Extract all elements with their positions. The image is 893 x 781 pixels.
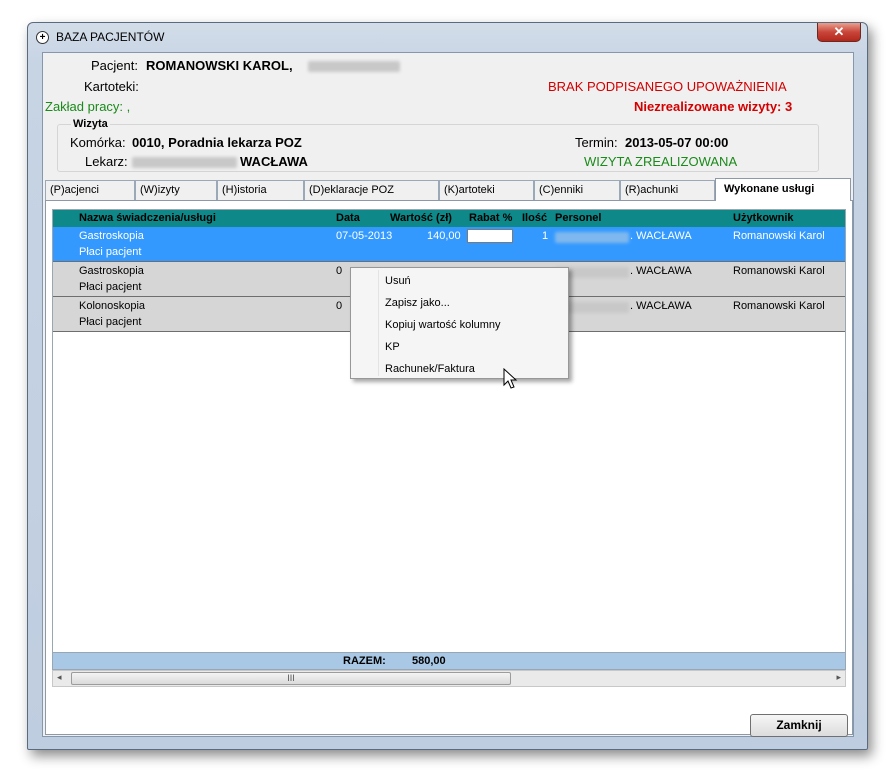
tab-performed-services[interactable]: Wykonane usługi	[715, 178, 851, 201]
tab-patients[interactable]: (P)acjenci	[45, 180, 135, 200]
table-row[interactable]: Gastroskopia Płaci pacjent 07-05-2013 14…	[53, 227, 845, 262]
discount-editor[interactable]	[467, 229, 513, 243]
col-service-name[interactable]: Nazwa świadczenia/usługi	[79, 212, 216, 224]
horizontal-scrollbar[interactable]: ◂ III ▸	[52, 670, 846, 687]
date-label: Termin:	[575, 135, 618, 150]
mouse-cursor-icon	[503, 368, 518, 389]
tab-declarations[interactable]: (D)eklaracje POZ	[304, 180, 439, 200]
menu-item-delete[interactable]: Usuń	[385, 271, 565, 291]
user-name: Romanowski Karol	[733, 265, 825, 277]
payer: Płaci pacjent	[79, 246, 142, 258]
menu-item-save-as[interactable]: Zapisz jako...	[385, 293, 565, 313]
visit-group-title: Wizyta	[71, 118, 110, 130]
workplace-label: Zakład pracy: ,	[45, 99, 131, 114]
unit-label: Komórka:	[70, 135, 126, 150]
doctor-surname-redacted	[132, 157, 237, 168]
staff-name: . WACŁAWA	[630, 265, 692, 277]
window-title: BAZA PACJENTÓW	[56, 30, 165, 44]
tab-records[interactable]: (K)artoteki	[439, 180, 534, 200]
scroll-left-icon[interactable]: ◂	[57, 672, 62, 683]
user-name: Romanowski Karol	[733, 300, 825, 312]
user-name: Romanowski Karol	[733, 230, 825, 242]
dialog-client-area: Pacjent: ROMANOWSKI KAROL, Kartoteki: Za…	[42, 52, 854, 737]
menu-item-kp[interactable]: KP	[385, 337, 565, 357]
service-quantity: 1	[542, 230, 549, 242]
service-date: 07-05-2013	[336, 230, 393, 242]
tab-visits[interactable]: (W)izyty	[135, 180, 217, 200]
col-user[interactable]: Użytkownik	[733, 212, 794, 224]
staff-redacted	[555, 232, 629, 243]
doctor-label: Lekarz:	[85, 154, 128, 169]
payer: Płaci pacjent	[79, 316, 142, 328]
visit-status: WIZYTA ZREALIZOWANA	[584, 154, 738, 169]
service-date: 0	[336, 265, 343, 277]
staff-name: . WACŁAWA	[630, 300, 692, 312]
service-value: 140,00	[427, 230, 461, 242]
service-name: Gastroskopia	[79, 265, 144, 277]
doctor-value: WACŁAWA	[240, 154, 308, 169]
title-bar[interactable]: + BAZA PACJENTÓW ✕	[28, 23, 867, 51]
col-staff[interactable]: Personel	[555, 212, 601, 224]
patient-database-window: + BAZA PACJENTÓW ✕ Pacjent: ROMANOWSKI K…	[27, 22, 868, 750]
service-date: 0	[336, 300, 343, 312]
menu-item-copy-column[interactable]: Kopiuj wartość kolumny	[385, 315, 565, 335]
unit-value: 0010, Poradnia lekarza POZ	[132, 135, 302, 150]
window-close-button[interactable]: ✕	[817, 23, 861, 42]
unrealized-visits: Niezrealizowane wizyty: 3	[634, 99, 793, 114]
payer: Płaci pacjent	[79, 281, 142, 293]
tab-price-lists[interactable]: (C)enniki	[534, 180, 620, 200]
service-name: Gastroskopia	[79, 230, 144, 242]
records-label: Kartoteki:	[84, 79, 139, 94]
scroll-right-icon[interactable]: ▸	[836, 672, 841, 683]
close-button[interactable]: Zamknij	[750, 714, 848, 737]
totals-label: RAZEM:	[343, 655, 386, 667]
date-value: 2013-05-07 00:00	[625, 135, 729, 150]
col-quantity[interactable]: Ilość	[522, 212, 547, 224]
totals-bar: RAZEM: 580,00	[52, 653, 846, 670]
context-menu: Usuń Zapisz jako... Kopiuj wartość kolum…	[350, 267, 569, 379]
totals-value: 580,00	[412, 655, 446, 667]
scrollbar-thumb[interactable]: III	[71, 672, 511, 685]
tab-strip: (P)acjenci (W)izyty (H)istoria (D)eklara…	[45, 178, 853, 201]
service-name: Kolonoskopia	[79, 300, 146, 312]
col-discount[interactable]: Rabat %	[469, 212, 512, 224]
grid-header: Nazwa świadczenia/usługi Data Wartość (z…	[53, 210, 845, 227]
authorization-warning: BRAK PODPISANEGO UPOWAŻNIENIA	[548, 79, 787, 94]
patient-label: Pacjent:	[91, 58, 138, 73]
patient-id-redacted	[308, 61, 400, 72]
patient-name: ROMANOWSKI KAROL,	[146, 58, 293, 73]
col-value[interactable]: Wartość (zł)	[390, 212, 452, 224]
tab-invoices[interactable]: (R)achunki	[620, 180, 715, 200]
app-icon: +	[36, 31, 49, 44]
col-date[interactable]: Data	[336, 212, 360, 224]
tab-history[interactable]: (H)istoria	[217, 180, 304, 200]
staff-name: . WACŁAWA	[630, 230, 692, 242]
menu-item-invoice[interactable]: Rachunek/Faktura	[385, 359, 565, 379]
